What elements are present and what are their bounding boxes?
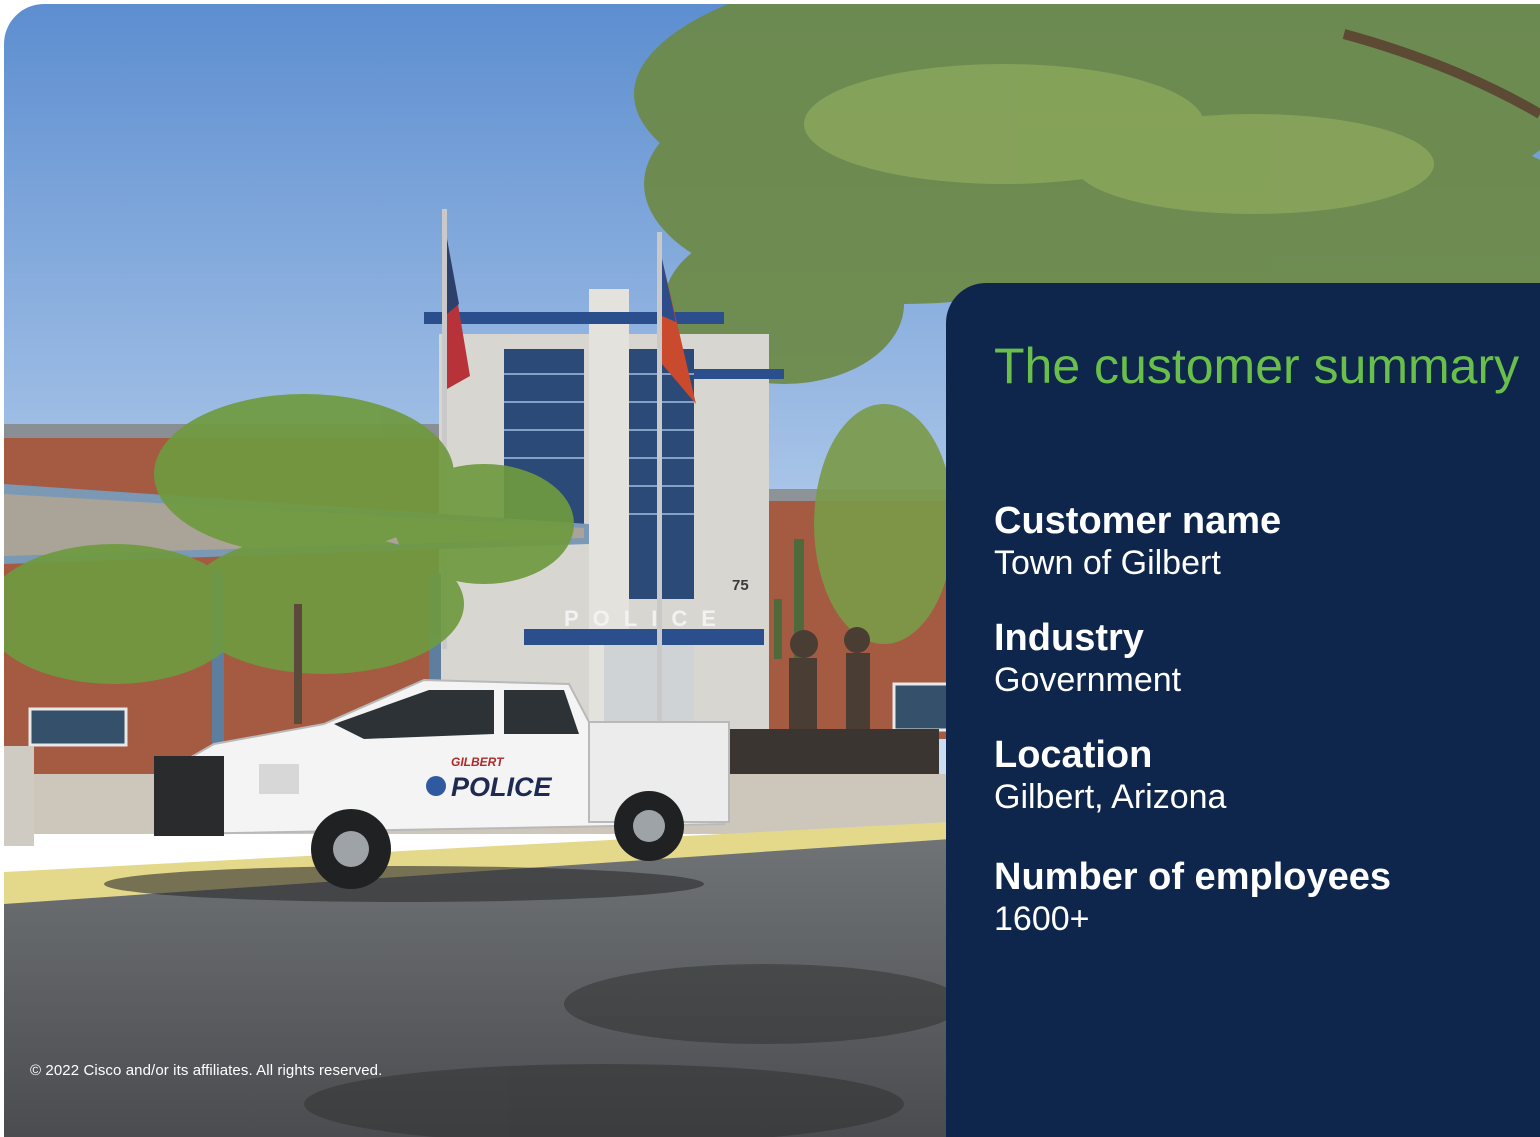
summary-heading-text: The customer summary xyxy=(994,338,1520,394)
building-number: 75 xyxy=(732,577,749,594)
building-sign: POLICE xyxy=(564,606,730,631)
field-number-of-employees: Number of employees 1600+ xyxy=(994,855,1391,939)
field-value: Gilbert, Arizona xyxy=(994,778,1227,816)
field-label: Industry xyxy=(994,617,1144,659)
summary-heading: The customer summary xyxy=(994,335,1519,397)
slide: POLICE 75 GILBERT POLICE © 2022 Cisco an… xyxy=(0,0,1540,1137)
field-label: Location xyxy=(994,734,1153,776)
copyright-notice: © 2022 Cisco and/or its affiliates. All … xyxy=(30,1062,383,1079)
field-industry: Industry Government xyxy=(994,616,1181,700)
field-value: 1600+ xyxy=(994,900,1090,938)
customer-summary-panel: The customer summary Customer name Town … xyxy=(946,283,1540,1137)
field-value: Town of Gilbert xyxy=(994,544,1221,582)
field-customer-name: Customer name Town of Gilbert xyxy=(994,499,1281,583)
truck-text-small: GILBERT xyxy=(451,755,505,769)
field-label: Number of employees xyxy=(994,856,1391,898)
field-location: Location Gilbert, Arizona xyxy=(994,733,1226,817)
field-value: Government xyxy=(994,661,1182,699)
truck-text-large: POLICE xyxy=(451,772,553,802)
field-label: Customer name xyxy=(994,500,1282,542)
